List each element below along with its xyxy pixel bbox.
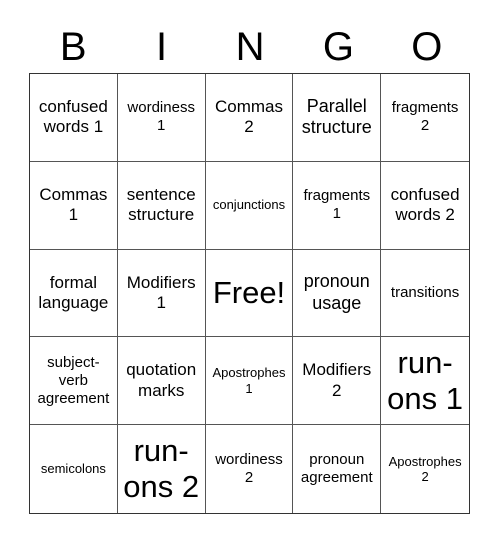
bingo-cell-label: Commas 2 <box>214 97 283 137</box>
bingo-cell[interactable]: Modifiers 1 <box>117 249 206 338</box>
bingo-cell-label: wordiness 1 <box>127 99 195 135</box>
free-space-cell[interactable]: Free! <box>205 249 294 338</box>
bingo-cell[interactable]: pronoun usage <box>293 249 382 338</box>
bingo-cell-label: semicolons <box>40 461 106 477</box>
bingo-cell-label: run- ons 1 <box>387 345 464 416</box>
bingo-cell-label: Modifiers 2 <box>302 360 372 400</box>
bingo-cell-label: sentence structure <box>126 184 196 225</box>
bingo-cell-label: Commas 1 <box>39 184 108 225</box>
bingo-cell[interactable]: transitions <box>381 250 469 338</box>
bingo-cell-label: Apostrophes 1 <box>212 365 286 396</box>
bingo-cell[interactable]: run- ons 1 <box>381 337 469 426</box>
bingo-cell[interactable]: Commas 1 <box>30 161 118 250</box>
bingo-grid: confused words 1 wordiness 1 Commas 2 Paral… <box>29 73 470 514</box>
bingo-cell-label: fragments 1 <box>303 187 371 223</box>
bingo-cell-label: transitions <box>390 283 460 301</box>
bingo-cell[interactable]: sentence structure <box>117 161 206 250</box>
bingo-cell[interactable]: subject- verb agreement <box>30 337 118 426</box>
header-letter-g: G <box>322 25 354 69</box>
bingo-cell[interactable]: Apostrophes 1 <box>205 337 294 426</box>
bingo-cell[interactable]: quotation marks <box>117 337 206 426</box>
bingo-cell-label: run- ons 2 <box>123 433 200 505</box>
bingo-cell[interactable]: Commas 2 <box>205 74 294 162</box>
header-letter-i: I <box>156 25 168 69</box>
bingo-cell-label: Parallel structure <box>301 95 372 138</box>
bingo-cell[interactable]: formal language <box>30 249 118 338</box>
bingo-cell-label: quotation marks <box>126 360 197 400</box>
bingo-cell[interactable]: wordiness 2 <box>206 425 294 513</box>
bingo-cell[interactable]: run- ons 2 <box>118 425 206 513</box>
bingo-header: B I N G O <box>29 22 471 72</box>
bingo-cell[interactable]: pronoun agreement <box>293 425 382 513</box>
bingo-cell[interactable]: fragments 2 <box>381 74 469 162</box>
bingo-cell-label: wordiness 2 <box>215 451 283 487</box>
bingo-cell[interactable]: confused words 2 <box>381 162 469 250</box>
bingo-cell-label: formal language <box>38 272 109 312</box>
bingo-cell-label: confused words 2 <box>390 184 460 225</box>
header-letter-o: O <box>411 25 443 69</box>
bingo-cell-label: confused words 1 <box>38 97 108 137</box>
bingo-cell[interactable]: fragments 1 <box>293 161 382 250</box>
bingo-cell[interactable]: Apostrophes 2 <box>381 425 469 513</box>
bingo-cell[interactable]: conjunctions <box>205 161 294 250</box>
bingo-cell-label: Apostrophes 2 <box>388 453 462 485</box>
header-letter-n: N <box>235 25 265 69</box>
bingo-cell[interactable]: Parallel structure <box>293 74 382 162</box>
header-letter-b: B <box>59 25 87 69</box>
bingo-cell[interactable]: Modifiers 2 <box>293 337 382 426</box>
bingo-cell-label: conjunctions <box>212 197 286 213</box>
bingo-cell[interactable]: confused words 1 <box>30 74 118 162</box>
bingo-cell-label: subject- verb agreement <box>37 353 110 407</box>
bingo-cell-label: pronoun agreement <box>300 451 373 487</box>
bingo-cell[interactable]: wordiness 1 <box>117 74 206 162</box>
bingo-cell-label: Modifiers 1 <box>126 272 196 312</box>
bingo-cell-label: fragments 2 <box>391 99 459 135</box>
bingo-cell-label: pronoun usage <box>303 271 370 313</box>
bingo-cell-label: Free! <box>212 275 286 311</box>
bingo-cell[interactable]: semicolons <box>30 425 118 513</box>
